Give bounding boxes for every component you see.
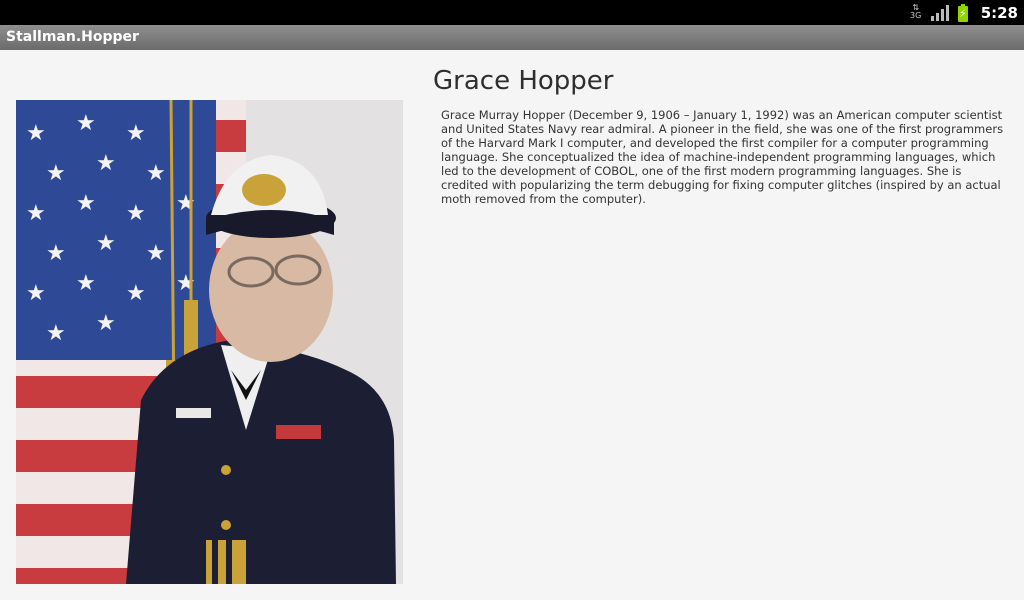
svg-text:★: ★ (146, 241, 166, 266)
face (209, 218, 333, 362)
svg-text:★: ★ (96, 151, 116, 176)
status-bar: ⇅ 3G ⚡ 5:28 (0, 0, 1024, 25)
svg-text:★: ★ (126, 121, 146, 146)
svg-text:★: ★ (96, 231, 116, 256)
svg-text:★: ★ (126, 281, 146, 306)
signal-strength-icon (930, 4, 949, 21)
svg-text:★: ★ (46, 241, 66, 266)
svg-text:★: ★ (46, 161, 66, 186)
portrait-illustration: ★ ★ ★ ★ ★ ★ ★ ★ ★ ★ ★ ★ ★ ★ ★ ★ ★ ★ ★ (16, 99, 403, 584)
battery-charging-icon: ⚡ (957, 3, 969, 22)
network-type: 3G (910, 10, 922, 20)
clock: 5:28 (980, 3, 1018, 22)
svg-text:★: ★ (76, 271, 96, 296)
svg-text:★: ★ (76, 191, 96, 216)
data-3g-icon: ⇅ 3G (910, 2, 922, 20)
svg-text:★: ★ (96, 311, 116, 336)
person-bio: Grace Murray Hopper (December 9, 1906 – … (441, 108, 1004, 206)
svg-text:★: ★ (26, 201, 46, 226)
portrait-image: ★ ★ ★ ★ ★ ★ ★ ★ ★ ★ ★ ★ ★ ★ ★ ★ ★ ★ ★ (16, 99, 403, 584)
svg-text:★: ★ (76, 111, 96, 136)
svg-text:★: ★ (126, 201, 146, 226)
app-title-bar: Stallman.Hopper (0, 25, 1024, 50)
svg-text:★: ★ (26, 121, 46, 146)
app-title: Stallman.Hopper (6, 29, 139, 45)
svg-text:★: ★ (26, 281, 46, 306)
person-name: Grace Hopper (433, 66, 614, 96)
svg-text:★: ★ (46, 321, 66, 346)
svg-text:★: ★ (176, 271, 196, 296)
svg-text:★: ★ (146, 161, 166, 186)
status-icons: ⇅ 3G ⚡ 5:28 (901, 0, 1024, 25)
svg-text:★: ★ (176, 191, 196, 216)
